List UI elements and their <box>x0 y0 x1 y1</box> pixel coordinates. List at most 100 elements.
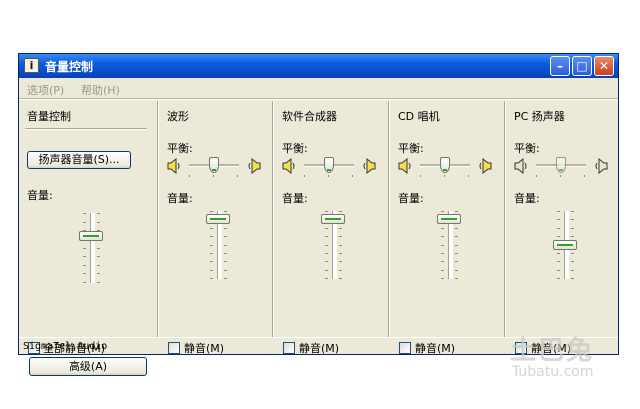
volume-tick <box>224 261 227 262</box>
volume-tick <box>210 236 213 237</box>
speaker-right-icon <box>478 157 492 175</box>
menu-divider <box>19 98 618 100</box>
master-volume-track <box>90 213 95 283</box>
master-volume-tick <box>83 213 86 214</box>
volume-tick <box>455 236 458 237</box>
speaker-left-icon <box>514 157 528 175</box>
speaker-left-icon <box>282 157 296 175</box>
volume-tick <box>210 278 213 279</box>
volume-label: 音量: <box>398 192 424 205</box>
menu-options[interactable]: 选项(P) <box>27 82 64 98</box>
menu-help[interactable]: 帮助(H) <box>81 82 120 98</box>
master-volume-tick <box>97 222 100 223</box>
balance-tick <box>352 175 353 177</box>
channel-column: 软件合成器 平衡: 音量: 静音(M) <box>274 101 386 355</box>
speaker-right-icon <box>247 157 261 175</box>
balance-thumb[interactable] <box>556 157 566 173</box>
volume-tick <box>224 236 227 237</box>
advanced-button[interactable]: 高级(A) <box>29 357 147 376</box>
master-volume-column: 音量控制 扬声器音量(S)... 音量: 全部静音(M) 高级(A) <box>19 101 157 376</box>
volume-tick <box>571 219 574 220</box>
balance-thumb[interactable] <box>324 157 334 173</box>
master-volume-label: 音量: <box>27 189 53 202</box>
volume-tick <box>339 245 342 246</box>
master-volume-tick <box>83 273 86 274</box>
volume-tick <box>210 245 213 246</box>
volume-tick <box>441 228 444 229</box>
volume-tick <box>455 211 458 212</box>
volume-tick <box>571 261 574 262</box>
volume-tick <box>224 211 227 212</box>
volume-tick <box>339 253 342 254</box>
balance-label: 平衡: <box>398 142 424 155</box>
master-volume-thumb[interactable] <box>79 231 103 241</box>
volume-slider[interactable] <box>313 211 353 279</box>
watermark-url: Tubatu.com <box>512 364 594 380</box>
balance-label: 平衡: <box>167 142 193 155</box>
volume-tick <box>441 261 444 262</box>
volume-tick <box>571 270 574 271</box>
master-title: 音量控制 <box>27 110 71 123</box>
balance-tick <box>444 175 445 177</box>
volume-tick <box>441 278 444 279</box>
volume-thumb[interactable] <box>437 214 461 224</box>
volume-tick <box>339 211 342 212</box>
volume-thumb[interactable] <box>206 214 230 224</box>
volume-tick <box>325 253 328 254</box>
balance-tick <box>536 175 537 177</box>
channel-column: CD 唱机 平衡: 音量: 静音(M) <box>390 101 502 355</box>
master-volume-tick <box>97 248 100 249</box>
balance-thumb[interactable] <box>440 157 450 173</box>
balance-slider[interactable] <box>189 155 239 177</box>
volume-tick <box>455 261 458 262</box>
channel-title: 波形 <box>167 110 189 123</box>
volume-tick <box>339 270 342 271</box>
channel-title: CD 唱机 <box>398 110 440 123</box>
volume-tick <box>557 261 560 262</box>
balance-tick <box>304 175 305 177</box>
volume-tick <box>210 228 213 229</box>
window-title: 音量控制 <box>45 60 94 74</box>
master-volume-slider[interactable] <box>71 213 111 283</box>
balance-tick <box>468 175 469 177</box>
speaker-right-icon <box>362 157 376 175</box>
maximize-button[interactable]: □ <box>572 56 592 76</box>
master-volume-tick <box>97 213 100 214</box>
volume-tick <box>325 228 328 229</box>
volume-thumb[interactable] <box>553 240 577 250</box>
volume-control-window: i 音量控制 – □ ✕ 选项(P) 帮助(H) 音量控制 扬声器音量(S)..… <box>18 53 619 376</box>
speaker-volume-button[interactable]: 扬声器音量(S)... <box>27 151 131 169</box>
volume-tick <box>557 219 560 220</box>
volume-slider[interactable] <box>429 211 469 279</box>
master-title-divider <box>25 128 147 130</box>
watermark-logo-text: 土巴兔 <box>510 336 595 366</box>
master-volume-tick <box>83 248 86 249</box>
channel-title: PC 扬声器 <box>514 110 565 123</box>
volume-thumb[interactable] <box>321 214 345 224</box>
volume-tick <box>455 270 458 271</box>
volume-tick <box>557 228 560 229</box>
volume-tick <box>224 228 227 229</box>
volume-tick <box>455 253 458 254</box>
volume-tick <box>339 228 342 229</box>
balance-slider[interactable] <box>304 155 354 177</box>
volume-tick <box>224 245 227 246</box>
balance-tick <box>328 175 329 177</box>
balance-tick <box>584 175 585 177</box>
speaker-left-icon <box>398 157 412 175</box>
volume-tick <box>210 270 213 271</box>
title-bar[interactable]: i 音量控制 – □ ✕ <box>19 54 618 78</box>
app-icon[interactable]: i <box>24 58 39 73</box>
close-button[interactable]: ✕ <box>594 56 614 76</box>
minimize-button[interactable]: – <box>550 56 570 76</box>
volume-slider[interactable] <box>198 211 238 279</box>
volume-slider[interactable] <box>545 211 585 279</box>
balance-slider[interactable] <box>536 155 586 177</box>
channel-title: 软件合成器 <box>282 110 337 123</box>
volume-tick <box>339 278 342 279</box>
balance-thumb[interactable] <box>209 157 219 173</box>
volume-tick <box>210 261 213 262</box>
volume-tick <box>571 236 574 237</box>
master-volume-tick <box>97 282 100 283</box>
balance-slider[interactable] <box>420 155 470 177</box>
